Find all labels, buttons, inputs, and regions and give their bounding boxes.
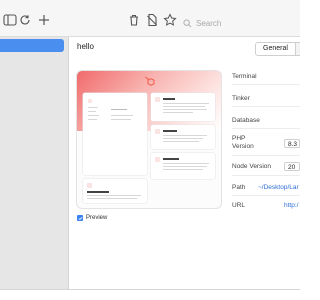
detail-label: Path [232, 184, 246, 191]
search-field[interactable] [183, 15, 300, 31]
search-input[interactable] [192, 18, 296, 28]
star-icon[interactable] [163, 13, 177, 27]
detail-label: Node Version [232, 163, 272, 170]
detail-label: Tinker [232, 95, 250, 102]
preview-left-panel [83, 93, 147, 175]
laravel-logo-icon [144, 76, 155, 86]
site-title: hello [77, 42, 94, 51]
refresh-icon[interactable] [18, 13, 32, 27]
detail-label: URL [232, 202, 246, 209]
trash-icon[interactable] [127, 13, 141, 27]
sidebar-toggle-icon[interactable] [3, 13, 17, 27]
path-link[interactable]: ~/Desktop/Lar [258, 184, 299, 191]
search-icon [183, 18, 192, 28]
plus-icon[interactable] [37, 13, 51, 27]
tab-general[interactable]: General [256, 43, 296, 55]
site-detail-panel: hello General C [69, 37, 300, 289]
preview-panel-2 [151, 125, 215, 149]
toolbar [0, 0, 300, 37]
detail-label: Terminal [232, 73, 257, 80]
tab-second[interactable]: C [296, 43, 300, 55]
url-link[interactable]: http:/ [284, 202, 298, 209]
detail-label: PHP Version [232, 135, 254, 150]
preview-panel-1 [151, 93, 215, 121]
preview-checkbox-row[interactable]: Preview [77, 215, 107, 221]
preview-checkbox[interactable] [77, 215, 83, 221]
tab-bar: General C [255, 42, 300, 56]
preview-panel-3 [151, 153, 215, 179]
site-details: Terminal Tinker Database PHP Version 8.3… [232, 71, 300, 251]
app-window: hello General C [0, 0, 300, 290]
sidebar-item-selected[interactable] [0, 39, 64, 52]
preview-label: Preview [86, 215, 108, 221]
preview-panel-4 [83, 179, 147, 203]
document-off-icon[interactable] [145, 13, 159, 27]
node-version-select[interactable]: 20 [284, 162, 300, 171]
sidebar [0, 37, 69, 289]
site-preview-image [77, 71, 221, 208]
php-version-select[interactable]: 8.3 [284, 139, 300, 148]
detail-label: Database [232, 117, 260, 124]
